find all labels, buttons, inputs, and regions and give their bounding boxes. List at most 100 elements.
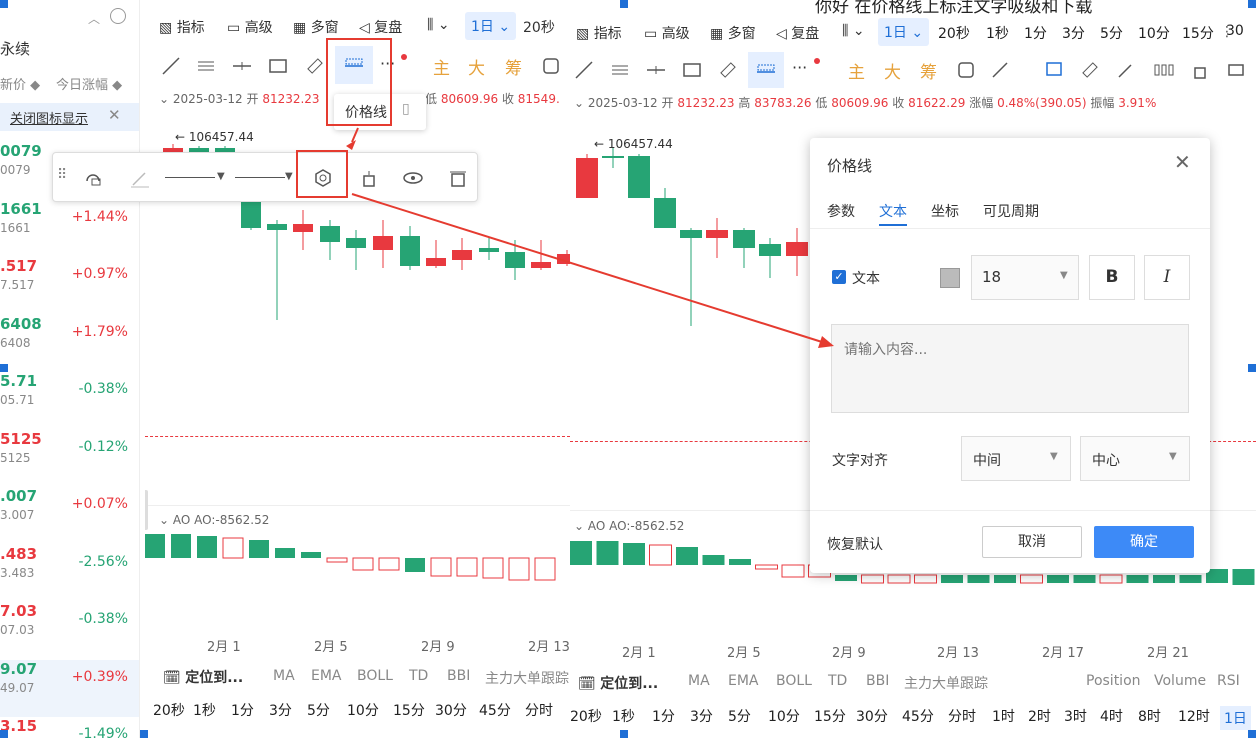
undefined-item[interactable]: 45分	[902, 706, 934, 726]
candle-type-dropdown[interactable]: ⫼ ⌄	[427, 17, 450, 33]
toolbar-replay-2[interactable]: ◁ 复盘	[776, 23, 819, 43]
undefined-item[interactable]: 1时	[992, 706, 1015, 726]
undefined-item[interactable]: 20秒	[153, 700, 185, 720]
watchlist-row[interactable]: .007 3.007 +0.07%	[0, 487, 139, 544]
big-icon[interactable]: 大	[884, 58, 901, 83]
undefined-item[interactable]: TD	[828, 673, 847, 689]
toolbar-multiwindow[interactable]: ▦ 多窗	[293, 17, 339, 37]
parallel-tool-icon[interactable]	[196, 56, 216, 76]
ruler-tool-icon[interactable]	[305, 56, 325, 76]
eraser-icon[interactable]	[990, 60, 1010, 80]
close-banner-icon[interactable]: ✕	[108, 106, 121, 124]
undefined-item[interactable]: 20秒	[938, 23, 970, 43]
watchlist-row[interactable]: 7.03 07.03 -0.38%	[0, 602, 139, 659]
undefined-item[interactable]: 5分	[1100, 23, 1123, 43]
ohlc-collapse-icon[interactable]: ⌄	[574, 96, 584, 110]
undefined-item[interactable]: 1秒	[193, 700, 216, 720]
main-icon[interactable]: 主	[433, 54, 450, 79]
undefined-item[interactable]: 4时	[1100, 706, 1123, 726]
undefined-item[interactable]: Position	[1086, 673, 1141, 689]
resize-handle[interactable]	[620, 730, 628, 738]
brush-icon[interactable]	[1116, 60, 1136, 80]
resize-handle[interactable]	[0, 364, 8, 372]
banner-text[interactable]: 关闭图标显示	[10, 108, 88, 127]
undefined-item[interactable]: TD	[409, 668, 428, 684]
undefined-item[interactable]: 3分	[1062, 23, 1085, 43]
template-icon[interactable]	[83, 167, 105, 189]
align-h-select[interactable]: 中间 ▼	[961, 436, 1071, 481]
resize-handle[interactable]	[140, 730, 148, 738]
chip-icon[interactable]: 筹	[505, 54, 522, 79]
line-width-dropdown[interactable]	[235, 177, 285, 178]
sync-icon[interactable]	[541, 56, 561, 76]
lock-icon[interactable]	[358, 167, 380, 189]
tab-2[interactable]: 坐标	[931, 201, 959, 221]
period-20s[interactable]: 20秒	[523, 17, 555, 37]
tab-1[interactable]: 文本	[879, 201, 907, 226]
undefined-item[interactable]: 1秒	[612, 706, 635, 726]
toolbar-indicator[interactable]: ▧ 指标	[159, 17, 205, 37]
undefined-item[interactable]: 10分	[1138, 23, 1170, 43]
text-color-swatch[interactable]	[940, 268, 960, 288]
undefined-item[interactable]: 主力大单跟踪	[485, 668, 569, 688]
undefined-item[interactable]: 10分	[347, 700, 379, 720]
line-style-dropdown[interactable]	[165, 177, 215, 178]
toolbar-replay[interactable]: ◁ 复盘	[359, 17, 402, 37]
undefined-item[interactable]: 1分	[1024, 23, 1047, 43]
settings-icon[interactable]	[110, 8, 126, 24]
collapse-icon[interactable]: ︿	[88, 10, 100, 27]
resize-handle[interactable]	[0, 730, 8, 738]
undefined-item[interactable]: 10分	[768, 706, 800, 726]
watchlist-row[interactable]: .483 3.483 -2.56%	[0, 545, 139, 602]
more-vertical-icon[interactable]: ⋮	[1220, 24, 1234, 40]
toolbar-advanced[interactable]: ▭ 高级	[227, 17, 273, 37]
line-tool-icon[interactable]	[574, 60, 594, 80]
drag-handle-icon[interactable]: ⠿	[57, 167, 67, 183]
undefined-item[interactable]: 分时	[948, 706, 976, 726]
watchlist-row[interactable]: 6408 6408 +1.79%	[0, 315, 139, 372]
undefined-item[interactable]: BOLL	[357, 668, 393, 684]
undefined-item[interactable]: 15分	[393, 700, 425, 720]
undefined-item[interactable]: BOLL	[776, 673, 812, 689]
toolbar-advanced-2[interactable]: ▭ 高级	[644, 23, 690, 43]
tab-3[interactable]: 可见周期	[983, 201, 1039, 221]
undefined-item[interactable]: 5分	[307, 700, 330, 720]
rect-tool-icon[interactable]	[682, 60, 702, 80]
rect-tool-icon[interactable]	[268, 56, 288, 76]
toolbar-multiwindow-2[interactable]: ▦ 多窗	[710, 23, 756, 43]
undefined-item[interactable]: BBI	[447, 668, 470, 684]
text-checkbox[interactable]: ✓	[832, 270, 846, 284]
period-dropdown[interactable]: 1日 ⌄	[465, 12, 517, 40]
period-dropdown-2[interactable]: 1日 ⌄	[878, 18, 930, 46]
col-change-header[interactable]: 今日涨幅 ◆	[56, 74, 122, 93]
parallel-tool-icon[interactable]	[610, 60, 630, 80]
ruler-tool-icon[interactable]	[718, 60, 738, 80]
main-icon[interactable]: 主	[848, 58, 865, 83]
sync-icon[interactable]	[956, 60, 976, 80]
undefined-item[interactable]: 1分	[652, 706, 675, 726]
locate-button[interactable]: 🗓 定位到...	[163, 667, 243, 687]
comment-icon[interactable]	[1044, 60, 1064, 80]
undefined-item[interactable]: Volume	[1154, 673, 1206, 689]
pane-resize-handle[interactable]	[145, 490, 148, 530]
eye-icon[interactable]	[401, 167, 425, 189]
undefined-item[interactable]: EMA	[311, 668, 342, 684]
italic-button[interactable]: I	[1144, 255, 1190, 300]
hline-tool-icon[interactable]	[232, 56, 252, 76]
undefined-item[interactable]: MA	[273, 668, 295, 684]
bold-button[interactable]: B	[1089, 255, 1135, 300]
undefined-item[interactable]: 5分	[728, 706, 751, 726]
align-v-select[interactable]: 中心 ▼	[1080, 436, 1190, 481]
undefined-item[interactable]: 分时	[525, 700, 553, 720]
big-icon[interactable]: 大	[468, 54, 485, 79]
ao-collapse-icon[interactable]: ⌄	[574, 519, 584, 533]
watchlist-row[interactable]: 3.15 -1.49%	[0, 717, 139, 738]
undefined-item[interactable]: 20秒	[570, 706, 602, 726]
col-price-header[interactable]: 新价 ◆	[0, 74, 40, 93]
undefined-item[interactable]: 2时	[1028, 706, 1051, 726]
undefined-item[interactable]: BBI	[866, 673, 889, 689]
bookmark-icon[interactable]: ▯	[402, 101, 410, 117]
undefined-item[interactable]: 15分	[1182, 23, 1214, 43]
pen-color-icon[interactable]	[129, 167, 151, 189]
undefined-item[interactable]: RSI	[1217, 673, 1240, 689]
